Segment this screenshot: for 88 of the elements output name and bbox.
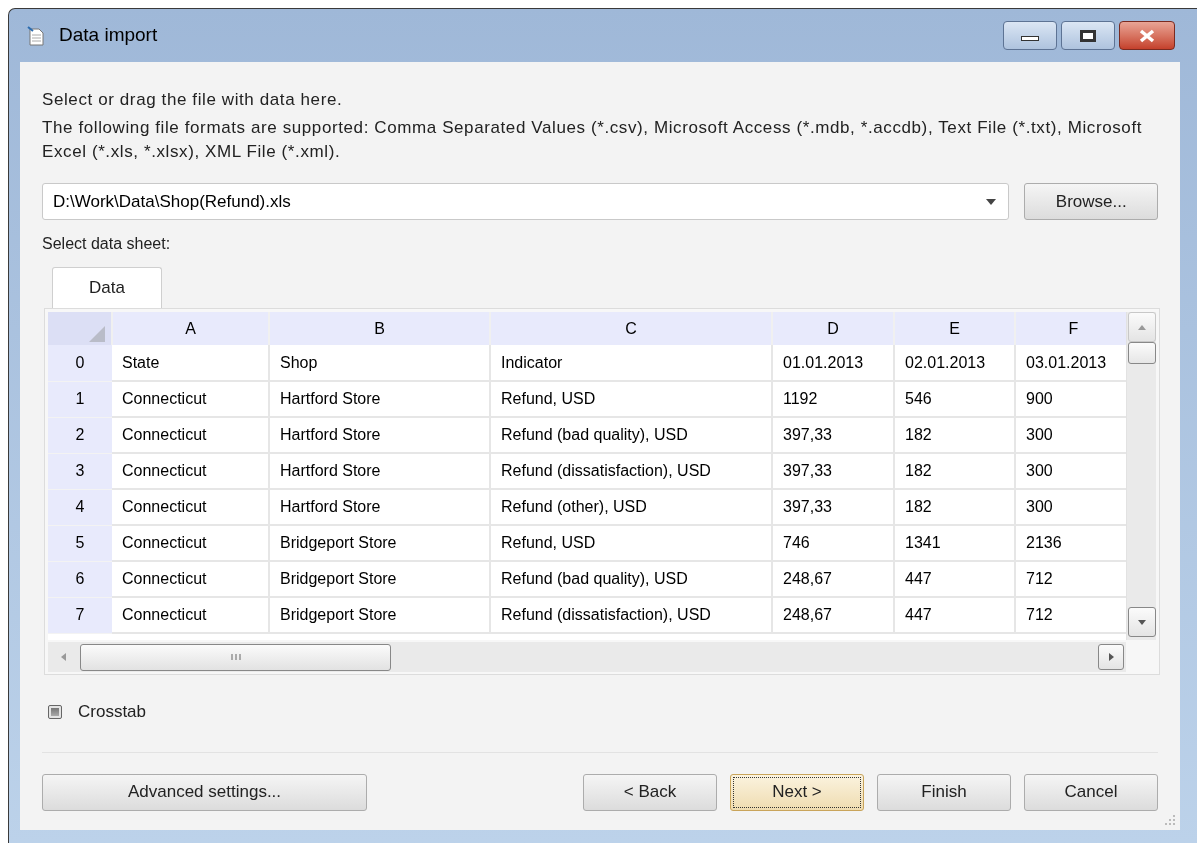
column-header[interactable]: F [1015,312,1127,345]
table-cell: Connecticut [112,525,269,561]
row-header[interactable]: 7 [48,597,112,633]
table-cell: 02.01.2013 [894,345,1015,381]
row-header[interactable]: 0 [48,345,112,381]
scroll-up-button[interactable] [1127,312,1156,342]
table-cell: 746 [772,525,894,561]
supported-formats-text: The following file formats are supported: Comma Separated Values (*.csv), Microsoft Access (*.mdb, *.accdb), Text File (*.txt), Microsoft Excel (*.xls, *.xlsx), XML File (*.xml). [42,117,1144,163]
table-cell: 1341 [894,525,1015,561]
scroll-thumb[interactable] [1127,342,1156,364]
table-cell: 248,67 [772,597,894,633]
table-cell: Refund (bad quality), USD [490,417,772,453]
table-cell: 397,33 [772,453,894,489]
next-button[interactable]: Next > [730,773,864,811]
column-header[interactable]: B [269,312,490,345]
corner-cell[interactable] [48,312,112,345]
table-cell: 182 [894,417,1015,453]
scroll-thumb[interactable] [80,643,391,671]
table-cell: Connecticut [112,561,269,597]
row-header[interactable]: 2 [48,417,112,453]
table-cell: Refund (dissatisfaction), USD [490,453,772,489]
scroll-right-button[interactable] [1098,644,1124,670]
close-icon[interactable] [1138,28,1156,43]
table-cell: Bridgeport Store [269,597,490,633]
table-cell: 1192 [772,381,894,417]
window-title: Data import [59,23,158,48]
finish-button[interactable]: Finish [877,773,1011,811]
down-arrow-icon[interactable] [1137,619,1146,625]
table-cell: Connecticut [112,597,269,633]
table-cell: Shop [269,345,490,381]
table-cell: State [112,345,269,381]
table-cell: Hartford Store [269,417,490,453]
row-header[interactable]: 6 [48,561,112,597]
row-header[interactable]: 5 [48,525,112,561]
table-cell: 397,33 [772,489,894,525]
table-cell: 248,67 [772,561,894,597]
table-cell: 182 [894,489,1015,525]
advanced-settings-button[interactable]: Advanced settings... [42,773,367,811]
table-cell: 01.01.2013 [772,345,894,381]
table-cell: Hartford Store [269,489,490,525]
dropdown-arrow-icon[interactable] [986,198,997,205]
table-cell: Indicator [490,345,772,381]
file-path-combo[interactable]: D:\Work\Data\Shop(Refund).xls [42,183,1010,220]
table-cell: Refund, USD [490,381,772,417]
column-header[interactable]: A [112,312,269,345]
column-header[interactable]: D [772,312,894,345]
table-cell: 397,33 [772,417,894,453]
table-cell: Connecticut [112,417,269,453]
vertical-scrollbar[interactable] [1126,312,1156,640]
table-cell: Bridgeport Store [269,525,490,561]
scroll-down-button[interactable] [1127,607,1156,637]
sheet-tab[interactable]: Data [52,267,162,308]
table-cell: 447 [894,561,1015,597]
column-header[interactable]: E [894,312,1015,345]
up-arrow-icon[interactable] [1137,324,1146,330]
table-cell: Refund (other), USD [490,489,772,525]
table-cell: 546 [894,381,1015,417]
instruction-text: Select or drag the file with data here. [42,89,344,111]
right-arrow-icon[interactable] [1108,653,1114,661]
table-cell: Bridgeport Store [269,561,490,597]
checkbox[interactable] [48,704,62,719]
row-header[interactable]: 4 [48,489,112,525]
sheet-label: Select data sheet: [42,234,172,254]
table-cell: 182 [894,453,1015,489]
cancel-button[interactable]: Cancel [1024,773,1158,811]
left-arrow-icon[interactable] [60,653,66,661]
row-header[interactable]: 1 [48,381,112,417]
table-cell: Refund (bad quality), USD [490,561,772,597]
table-cell: Connecticut [112,381,269,417]
table-cell: 447 [894,597,1015,633]
table-cell: Connecticut [112,453,269,489]
table-cell: Refund (dissatisfaction), USD [490,597,772,633]
back-button[interactable]: < Back [583,773,717,811]
horizontal-scrollbar[interactable] [48,642,1126,672]
table-cell: Hartford Store [269,381,490,417]
corner-triangle-icon [89,325,105,342]
row-header[interactable]: 3 [48,453,112,489]
resize-grip-icon[interactable] [1164,814,1176,826]
table-cell: Hartford Store [269,453,490,489]
crosstab-label: Crosstab [78,701,147,723]
close-button[interactable] [1119,21,1175,50]
minimize-button[interactable] [1003,21,1057,50]
document-icon [27,25,45,46]
column-header[interactable]: C [490,312,772,345]
table-cell: Connecticut [112,489,269,525]
table-cell: Refund, USD [490,525,772,561]
maximize-button[interactable] [1061,21,1115,50]
browse-button[interactable]: Browse... [1024,183,1158,220]
